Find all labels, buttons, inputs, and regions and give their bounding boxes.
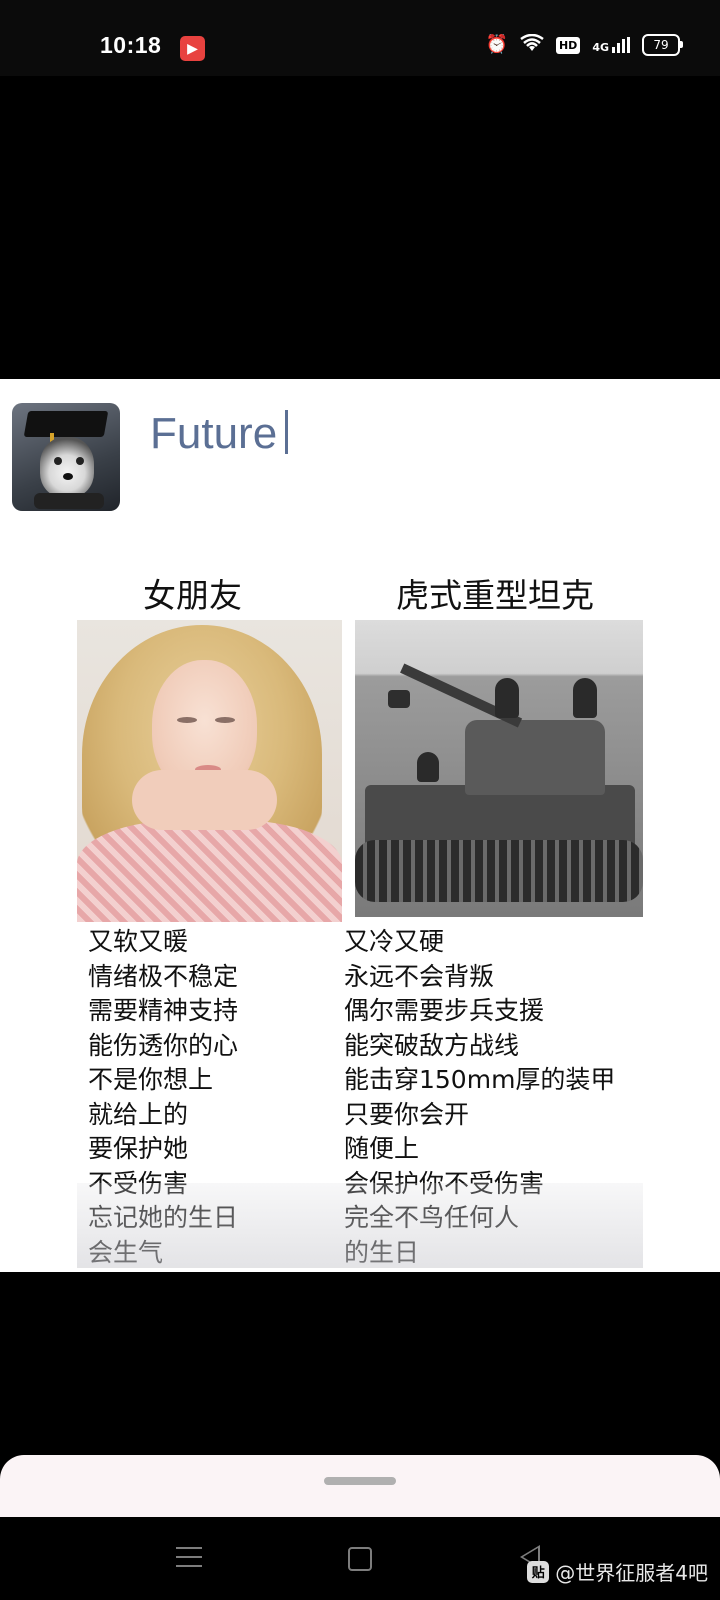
left-text-list: 又软又暖 情绪极不稳定 需要精神支持 能伤透你的心 不是你想上 就给上的 要保护…: [88, 925, 238, 1270]
video-app-icon: ▶: [180, 36, 205, 61]
cellular-signal-icon: 4G: [592, 37, 630, 53]
status-time: 10:18: [100, 32, 162, 58]
watermark: 贴 @世界征服者4吧: [527, 1557, 708, 1586]
post-card: Future 女朋友 虎式重型坦克 又软又暖 情绪极不稳定 需要精神支持 能伤透…: [0, 379, 720, 1272]
sheet-drag-handle[interactable]: [324, 1477, 396, 1485]
tiger-tank-photo: [355, 620, 643, 917]
author-title[interactable]: Future: [150, 409, 289, 459]
right-line: 永远不会背叛: [344, 961, 495, 991]
battery-level: 79: [653, 38, 669, 52]
left-line: 情绪极不稳定: [88, 961, 239, 991]
bottom-sheet[interactable]: [0, 1455, 720, 1517]
network-type-label: 4G: [592, 41, 609, 54]
navigation-bar: 贴 @世界征服者4吧: [0, 1517, 720, 1600]
hd-icon: HD: [555, 36, 581, 54]
left-line: 不是你想上: [88, 1065, 214, 1094]
right-line: 能击穿150mm厚的装甲: [344, 1065, 616, 1094]
left-line: 又软又暖: [88, 927, 189, 956]
recents-menu-icon[interactable]: [176, 1547, 202, 1567]
left-line: 就给上的: [88, 1099, 189, 1129]
left-line: 能伤透你的心: [88, 1030, 239, 1060]
tieba-logo-icon: 贴: [527, 1560, 550, 1583]
home-icon[interactable]: [348, 1547, 372, 1571]
husky-graduate-avatar[interactable]: [12, 403, 120, 511]
battery-icon: 79: [642, 34, 683, 56]
left-line: 忘记她的生日: [88, 1203, 239, 1232]
right-line: 的生日: [344, 1237, 420, 1267]
left-line: 要保护她: [88, 1134, 189, 1163]
right-line: 能突破敌方战线: [344, 1030, 520, 1060]
girlfriend-photo: [77, 620, 342, 922]
right-line: 随便上: [344, 1134, 420, 1163]
right-column-header: 虎式重型坦克: [396, 576, 594, 615]
right-line: 只要你会开: [344, 1099, 470, 1129]
watermark-text: @世界征服者4吧: [555, 1561, 708, 1585]
text-cursor: [285, 410, 289, 454]
left-line: 需要精神支持: [88, 996, 239, 1025]
alarm-icon: ⏰: [485, 34, 508, 55]
right-line: 偶尔需要步兵支援: [344, 996, 545, 1025]
right-line: 会保护你不受伤害: [344, 1168, 545, 1198]
status-bar: 10:18 ▶ ⏰ HD 4G 79: [0, 0, 720, 76]
status-icons: ⏰ HD 4G 79: [485, 33, 683, 56]
left-column-header: 女朋友: [143, 576, 242, 615]
left-line: 会生气: [88, 1237, 164, 1267]
right-line: 完全不鸟任何人: [344, 1203, 520, 1232]
wifi-icon: [520, 33, 544, 56]
right-text-list: 又冷又硬 永远不会背叛 偶尔需要步兵支援 能突破敌方战线 能击穿150mm厚的装…: [344, 925, 615, 1270]
left-line: 不受伤害: [88, 1168, 189, 1198]
right-line: 又冷又硬: [344, 927, 445, 956]
